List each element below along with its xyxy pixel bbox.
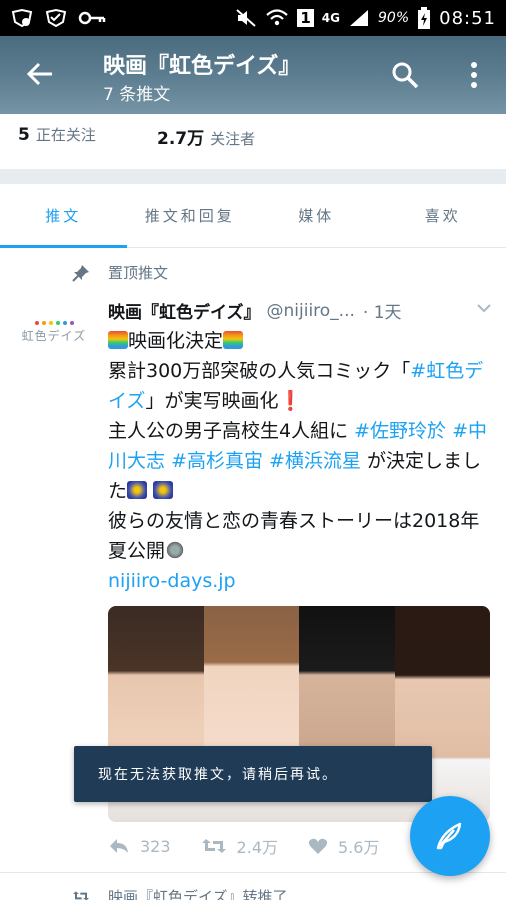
reply-icon	[110, 839, 128, 853]
chevron-down-icon[interactable]	[476, 300, 492, 316]
tab-likes[interactable]: 喜欢	[380, 184, 506, 247]
tweet-line: 主人公の男子高校生4人組に	[108, 420, 349, 442]
status-bar: 1 4G 90% 08:51	[0, 0, 506, 36]
fireworks-emoji-icon	[153, 481, 174, 499]
rainbow-emoji-icon	[108, 331, 128, 349]
rainbow-emoji-icon	[223, 331, 244, 349]
more-options-icon[interactable]	[462, 60, 486, 90]
tweet-line: 累計300万部突破の人気コミック「	[108, 360, 411, 382]
followers-label: 关注者	[210, 130, 256, 148]
following-stat[interactable]: 5 正在关注	[18, 124, 96, 145]
signal-icon	[350, 10, 368, 26]
mute-icon	[236, 9, 257, 27]
battery-icon	[418, 7, 431, 29]
follow-stats: 5 正在关注 2.7万 关注者	[0, 114, 506, 170]
profile-header: 映画『虹色デイズ』 7 条推文	[0, 36, 506, 114]
retweet-button[interactable]: 2.4万	[201, 834, 278, 858]
retweet-icon	[73, 891, 89, 900]
author-name[interactable]: 映画『虹色デイズ』	[108, 298, 261, 323]
profile-tabs: 推文 推文和回复 媒体 喜欢	[0, 184, 506, 248]
network-type: 4G	[321, 11, 340, 25]
pin-icon	[72, 264, 89, 282]
followers-stat[interactable]: 2.7万 关注者	[157, 124, 255, 149]
avatar[interactable]: 虹色デイズ	[14, 314, 94, 350]
heart-icon	[308, 838, 328, 854]
tweet-count: 7 条推文	[103, 85, 171, 105]
page-title: 映画『虹色デイズ』	[103, 54, 301, 79]
avatar-dots	[34, 320, 74, 325]
notification-icon	[11, 8, 33, 28]
retweeted-label: 映画『虹色デイズ』转推了	[108, 888, 288, 900]
notification-icon	[45, 8, 67, 28]
retweeted-indicator: 映画『虹色デイズ』转推了	[72, 886, 288, 900]
tab-tweets[interactable]: 推文	[0, 184, 127, 248]
battery-percent: 90%	[378, 10, 410, 26]
retweet-icon	[201, 839, 226, 853]
pinned-indicator: 置顶推文	[72, 262, 168, 283]
hashtag-link[interactable]: #佐野玲於	[354, 420, 446, 442]
sim-indicator: 1	[297, 9, 314, 27]
author-handle[interactable]: @nijiiro_...	[267, 301, 355, 321]
tweet-text: 映画化決定 累計300万部突破の人気コミック「#虹色デイズ」が実写映画化❗ 主人…	[108, 326, 494, 596]
tab-tweets-and-replies[interactable]: 推文和回复	[127, 184, 254, 247]
error-toast: 现在无法获取推文，请稍后再试。	[74, 746, 432, 802]
tweet-divider	[0, 872, 506, 873]
tweet-line: 映画化決定	[128, 330, 224, 352]
tweet-line: 」が実写映画化❗	[145, 390, 303, 412]
tweet-time: · 1天	[362, 303, 402, 323]
key-icon	[78, 11, 106, 25]
tweet-line: 彼らの友情と恋の青春ストーリーは2018年夏公開	[108, 510, 480, 562]
hashtag-link[interactable]: #高杉真宙	[171, 450, 263, 472]
section-divider	[0, 170, 506, 184]
search-icon[interactable]	[390, 60, 420, 90]
pinned-label: 置顶推文	[108, 264, 169, 282]
tweet-header: 映画『虹色デイズ』 @nijiiro_... · 1天	[108, 298, 498, 323]
clock: 08:51	[439, 7, 496, 29]
back-arrow-icon[interactable]	[24, 58, 56, 90]
like-count: 5.6万	[338, 838, 380, 857]
reply-button[interactable]: 323	[108, 837, 171, 856]
avatar-logo-text: 虹色デイズ	[21, 328, 87, 343]
wifi-icon	[266, 9, 289, 26]
like-button[interactable]: 5.6万	[308, 834, 379, 858]
compose-tweet-button[interactable]	[410, 796, 490, 876]
retweet-count: 2.4万	[236, 838, 278, 857]
following-label: 正在关注	[35, 126, 96, 144]
compose-icon	[436, 822, 462, 850]
reply-count: 323	[140, 836, 171, 856]
website-link[interactable]: nijiiro-days.jp	[108, 570, 236, 592]
fireworks-emoji-icon	[127, 481, 148, 499]
hashtag-link[interactable]: #横浜流星	[269, 450, 361, 472]
gear-emoji-icon	[165, 541, 186, 559]
following-count: 5	[18, 125, 30, 145]
followers-count: 2.7万	[157, 129, 205, 149]
tab-media[interactable]: 媒体	[253, 184, 380, 247]
tweet-actions: 323 2.4万 5.6万	[108, 834, 409, 858]
